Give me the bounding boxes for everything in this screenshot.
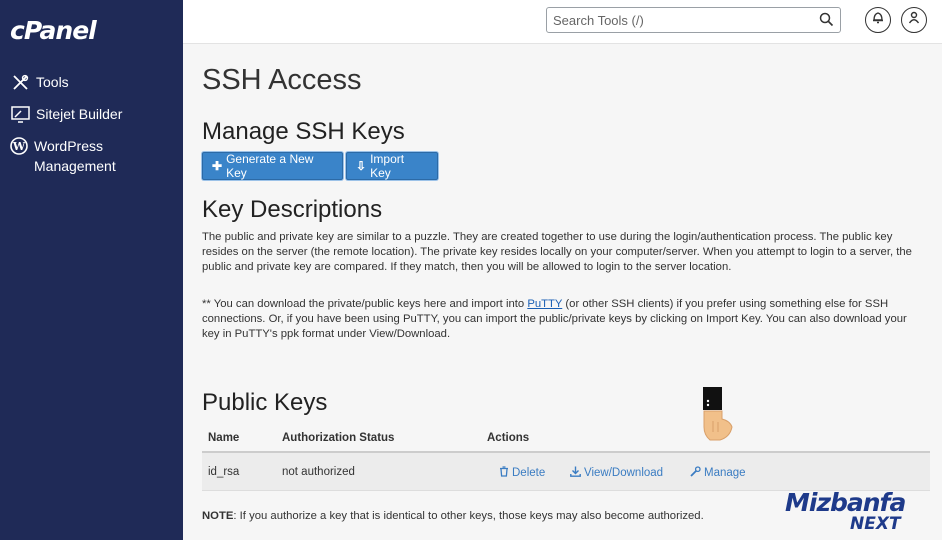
key-descriptions-heading: Key Descriptions [202, 196, 383, 223]
public-keys-table: Name Authorization Status Actions id_rsa… [202, 425, 930, 491]
generate-key-button[interactable]: ✚ Generate a New Key [202, 152, 343, 180]
key-name: id_rsa [208, 466, 240, 478]
delete-key-link[interactable]: Delete [499, 466, 545, 480]
import-icon: ⇩ [356, 159, 367, 173]
table-header: Name Authorization Status Actions [202, 425, 930, 453]
watermark-logo: Mizbanfa [785, 488, 906, 517]
sidebar-item-label: Tools [36, 74, 69, 90]
authorization-note: NOTE: If you authorize a key that is ide… [202, 510, 704, 522]
note-label: NOTE [202, 510, 234, 522]
sidebar-item-sitejet[interactable]: Sitejet Builder [10, 104, 122, 124]
download-icon [570, 466, 581, 480]
user-icon [908, 11, 920, 29]
view-download-link[interactable]: View/Download [570, 466, 663, 480]
tools-icon [10, 72, 30, 92]
import-key-button[interactable]: ⇩ Import Key [346, 152, 438, 180]
sidebar-item-wordpress[interactable]: W WordPress Management [10, 136, 130, 176]
note-text: : If you authorize a key that is identic… [233, 510, 704, 522]
sidebar: cPanel Tools Sitejet Builder W WordPress… [0, 0, 183, 540]
search-box[interactable] [546, 7, 841, 33]
monitor-icon [10, 104, 30, 124]
column-header-name[interactable]: Name [208, 432, 239, 444]
delete-label: Delete [512, 467, 546, 479]
user-menu-button[interactable] [901, 7, 927, 33]
putty-link[interactable]: PuTTY [527, 298, 562, 310]
page-title: SSH Access [202, 64, 362, 96]
authorization-status: not authorized [282, 466, 355, 478]
top-header [183, 0, 942, 44]
plus-icon: ✚ [212, 159, 223, 173]
sidebar-item-label: WordPress Management [34, 138, 116, 174]
search-input[interactable] [547, 8, 807, 32]
trash-icon [499, 466, 509, 480]
column-header-actions: Actions [487, 432, 530, 444]
public-keys-heading: Public Keys [202, 389, 328, 416]
sidebar-item-tools[interactable]: Tools [10, 72, 69, 92]
key-description-text: The public and private key are similar t… [202, 231, 912, 273]
notifications-button[interactable] [865, 7, 891, 33]
manage-label: Manage [704, 467, 746, 479]
generate-key-label: Generate a New Key [226, 152, 314, 180]
putty-info-text: ** You can download the private/public k… [202, 297, 926, 342]
search-icon[interactable] [819, 12, 834, 32]
view-download-label: View/Download [584, 467, 664, 479]
table-row: id_rsa not authorized Delete View/Downlo… [202, 453, 930, 491]
svg-text:W: W [12, 140, 26, 153]
manage-keys-heading: Manage SSH Keys [202, 118, 405, 145]
wordpress-icon: W [10, 136, 28, 156]
manage-key-link[interactable]: Manage [690, 466, 746, 480]
column-header-status[interactable]: Authorization Status [282, 432, 394, 444]
putty-prefix: ** You can download the private/public k… [202, 298, 528, 310]
import-key-label: Import Key [370, 152, 405, 180]
cpanel-logo[interactable]: cPanel [10, 16, 97, 45]
sidebar-item-label: Sitejet Builder [36, 106, 123, 122]
wrench-icon [690, 466, 701, 480]
bell-icon [872, 11, 884, 29]
pointing-hand-icon [703, 387, 733, 441]
watermark-logo-sub: NEXT [850, 514, 901, 534]
